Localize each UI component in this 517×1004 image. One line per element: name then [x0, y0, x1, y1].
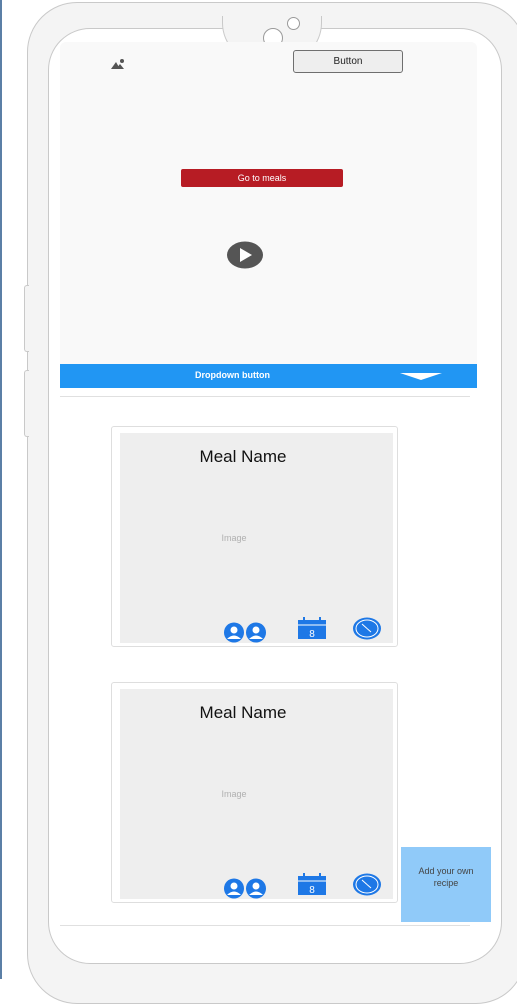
image-icon: [111, 59, 124, 69]
divider: [60, 396, 470, 397]
calendar-icon[interactable]: 8: [297, 617, 327, 640]
svg-text:8: 8: [309, 885, 315, 896]
add-recipe-button[interactable]: Add your own recipe: [401, 847, 491, 922]
phone-side-button-bottom: [24, 370, 29, 437]
divider: [60, 925, 470, 926]
people-icon[interactable]: [220, 878, 270, 899]
meal-name: Meal Name: [199, 447, 287, 466]
play-icon[interactable]: [226, 241, 264, 269]
meal-card[interactable]: Meal Name Image 8: [111, 426, 398, 647]
meal-name: Meal Name: [199, 703, 287, 722]
meal-image: Meal Name Image 8: [120, 689, 393, 899]
go-to-meals-button[interactable]: Go to meals: [181, 169, 343, 187]
dropdown-arrow-icon: [400, 373, 442, 380]
hero-media: Button Go to meals: [60, 42, 477, 364]
meal-card[interactable]: Meal Name Image 8: [111, 682, 398, 903]
svg-text:8: 8: [309, 629, 315, 640]
top-button[interactable]: Button: [293, 50, 403, 73]
meal-image-placeholder: Image: [221, 533, 247, 543]
dropdown-label: Dropdown button: [195, 370, 270, 380]
window-edge: [0, 0, 2, 979]
clock-icon[interactable]: [352, 873, 382, 896]
calendar-icon[interactable]: 8: [297, 873, 327, 896]
people-icon[interactable]: [220, 622, 270, 643]
clock-icon[interactable]: [352, 617, 382, 640]
dropdown-button[interactable]: Dropdown button: [60, 364, 477, 388]
meal-image-placeholder: Image: [221, 789, 247, 799]
meal-image: Meal Name Image 8: [120, 433, 393, 643]
phone-side-button-top: [24, 285, 29, 352]
front-sensor: [287, 17, 300, 30]
